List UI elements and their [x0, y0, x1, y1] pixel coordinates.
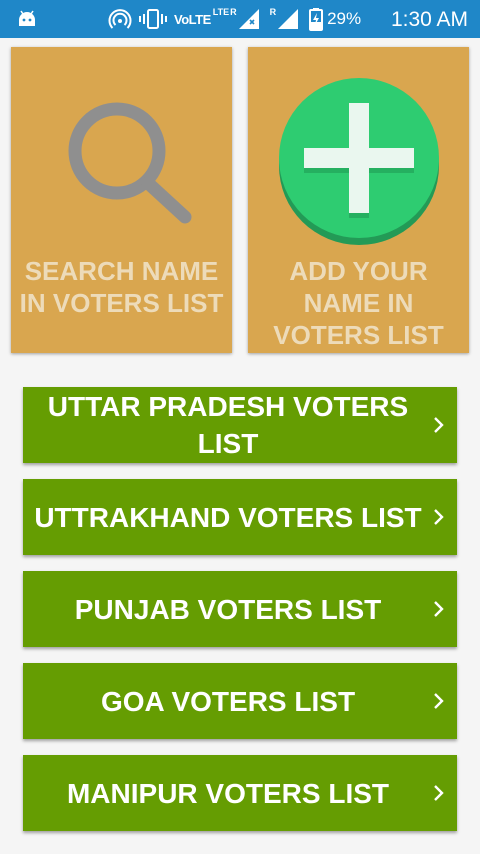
search-card-label: SEARCH NAME IN VOTERS LIST: [19, 256, 224, 318]
add-name-card[interactable]: ADD YOUR NAME IN VOTERS LIST: [248, 47, 469, 353]
signal-icon-2: [278, 9, 299, 29]
lte-label: LTE: [212, 7, 230, 17]
button-label: PUNJAB VOTERS LIST: [74, 593, 382, 625]
clock: 1:30 AM: [390, 8, 468, 31]
search-name-card[interactable]: SEARCH NAME IN VOTERS LIST: [11, 47, 232, 353]
magnifier-icon: [68, 102, 192, 224]
signal-icon: [238, 9, 259, 29]
manipur-button[interactable]: MANIPUR VOTERS LIST: [23, 755, 457, 831]
button-label: MANIPUR VOTERS LIST: [66, 777, 389, 809]
roaming-label: R: [230, 7, 237, 17]
plus-icon: [279, 78, 439, 245]
chevron-right-icon: [434, 601, 444, 617]
battery-percent: 29%: [327, 9, 362, 28]
uttrakhand-button[interactable]: UTTRAKHAND VOTERS LIST: [23, 479, 457, 555]
uttar-pradesh-button[interactable]: UTTAR PRADESH VOTERS LIST: [23, 387, 457, 463]
hotspot-icon: [108, 9, 132, 29]
chevron-right-icon: [434, 785, 444, 801]
roaming-label-2: R: [269, 7, 277, 17]
status-bar: VoLTE LTE R R 29% 1:30 AM: [0, 0, 480, 38]
button-label: GOA VOTERS LIST: [100, 685, 356, 717]
chevron-right-icon: [434, 509, 444, 525]
battery-icon: [309, 8, 324, 31]
punjab-button[interactable]: PUNJAB VOTERS LIST: [23, 571, 457, 647]
button-label: UTTRAKHAND VOTERS LIST: [34, 501, 422, 533]
button-label: UTTAR PRADESH VOTERS LIST: [47, 391, 409, 459]
goa-button[interactable]: GOA VOTERS LIST: [23, 663, 457, 739]
add-card-label: ADD YOUR NAME IN VOTERS LIST: [273, 256, 444, 350]
android-icon: [19, 10, 35, 26]
vibrate-icon: [139, 9, 167, 29]
chevron-right-icon: [434, 417, 444, 433]
chevron-right-icon: [434, 693, 444, 709]
volte-label: VoLTE: [174, 11, 211, 27]
